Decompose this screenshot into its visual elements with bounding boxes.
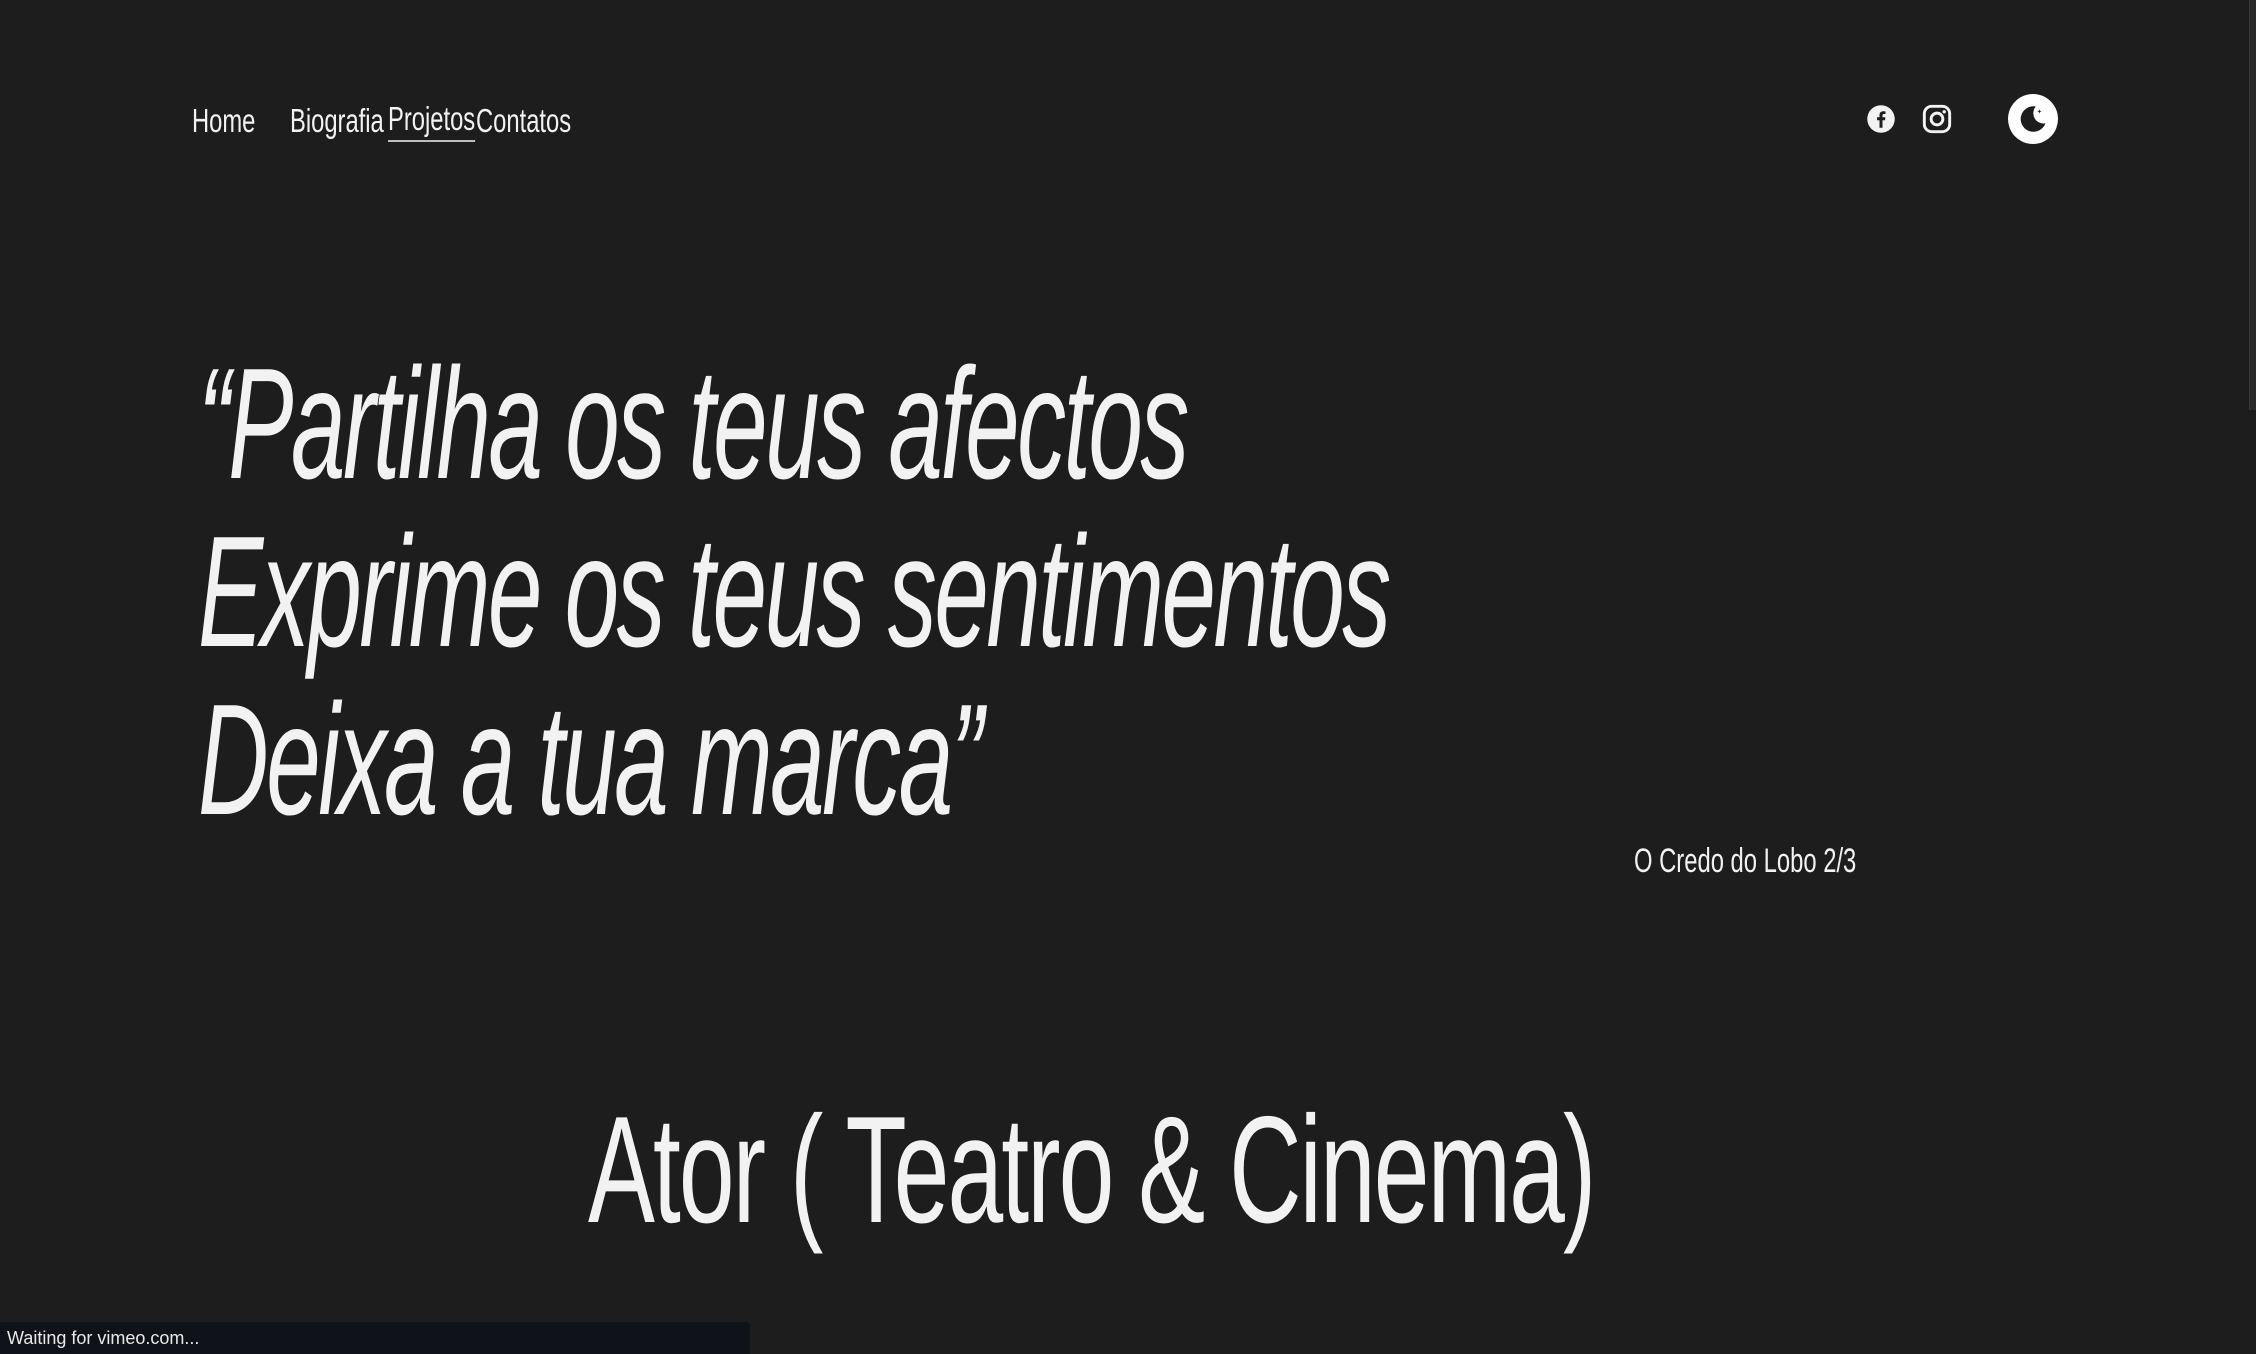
section-title: Ator ( Teatro & Cinema) (588, 1085, 1596, 1255)
nav-item-projetos[interactable]: Projetos (388, 100, 476, 142)
scrollbar-thumb[interactable] (2249, 0, 2256, 410)
browser-status-bar: Waiting for vimeo.com... (0, 1322, 750, 1354)
main-nav: Home Biografia Projetos Contatos (192, 96, 571, 146)
status-text: Waiting for vimeo.com... (7, 1327, 200, 1348)
quote-line-2: Exprime os teus sentimentos (198, 504, 1391, 680)
quote-line-3: Deixa a tua marca” (198, 672, 983, 848)
nav-slot-biografia: Biografia (290, 102, 384, 140)
scrollbar-track[interactable] (2248, 0, 2256, 1354)
header-actions (1864, 94, 2058, 144)
quote-line-1: “Partilha os teus afectos (198, 336, 1189, 512)
nav-slot-contatos: Contatos (476, 102, 571, 140)
theme-toggle-button[interactable] (2008, 94, 2058, 144)
nav-item-biografia[interactable]: Biografia (290, 102, 384, 140)
page: Home Biografia Projetos Contatos “Partil… (0, 0, 2256, 1354)
instagram-icon[interactable] (1920, 102, 1954, 136)
hero-quote: “Partilha os teus afectos Exprime os teu… (198, 340, 2119, 844)
facebook-icon[interactable] (1864, 102, 1898, 136)
nav-item-home[interactable]: Home (192, 102, 255, 140)
moon-star-icon (2020, 106, 2046, 132)
nav-item-contatos[interactable]: Contatos (476, 102, 571, 140)
nav-slot-projetos: Projetos (388, 100, 476, 142)
nav-slot-home: Home (192, 102, 255, 140)
quote-caption: O Credo do Lobo 2/3 (1634, 842, 1857, 880)
